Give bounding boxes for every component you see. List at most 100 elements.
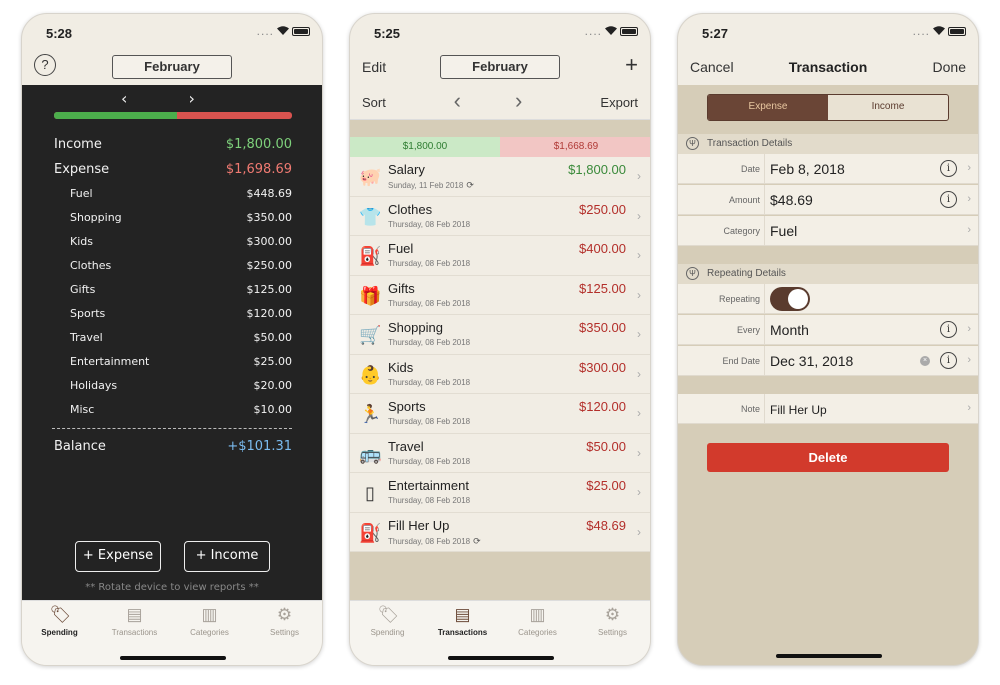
category-line[interactable]: Holidays $20.00 [54,379,292,399]
category-line[interactable]: Travel $50.00 [54,331,292,351]
cabinet-icon: ▥ [201,605,218,624]
category-row[interactable]: Category Fuel › [678,216,978,246]
chevron-right-icon: › [637,445,641,460]
date-row[interactable]: Date Feb 8, 2018 i › [678,154,978,184]
category-line[interactable]: Sports $120.00 [54,307,292,327]
every-value: Month [770,322,809,338]
category-line[interactable]: Shopping $350.00 [54,211,292,231]
add-income-button[interactable]: + Income [184,541,270,572]
chevron-right-icon: › [967,402,971,414]
segment-income[interactable]: Income [828,95,948,120]
tab-spending[interactable]: 🏷 Spending [350,605,425,637]
month-selector[interactable]: February [440,55,560,79]
transaction-row[interactable]: 👶 Kids Thursday, 08 Feb 2018 $300.00 › [350,354,650,394]
transaction-date: Thursday, 08 Feb 2018 [388,456,471,466]
income-line[interactable]: Income $1,800.00 [54,137,292,157]
category-line[interactable]: Entertainment $25.00 [54,355,292,375]
category-line[interactable]: Fuel $448.69 [54,187,292,207]
delete-button[interactable]: Delete [707,443,949,472]
transaction-row[interactable]: 👕 Clothes Thursday, 08 Feb 2018 $250.00 › [350,196,650,236]
category-line[interactable]: Kids $300.00 [54,235,292,255]
category-value: $448.69 [246,187,293,200]
chevron-right-icon: › [967,323,971,335]
tab-spending[interactable]: 🏷 Spending [22,605,97,637]
category-label: Misc [70,403,95,416]
chevron-right-icon: › [637,248,641,262]
transaction-amount: $48.69 [586,517,626,533]
income-fill [54,112,177,119]
transaction-row[interactable]: 🚌 Travel Thursday, 08 Feb 2018 $50.00 › [350,433,650,473]
category-label: Clothes [70,259,112,272]
info-icon[interactable]: i [940,160,957,177]
transaction-amount: $25.00 [586,478,626,493]
transaction-amount: $50.00 [586,438,626,454]
tag-icon: 🏷 [49,605,72,624]
expense-line[interactable]: Expense $1,698.69 [54,162,292,182]
help-button[interactable]: ? [34,54,56,76]
home-indicator[interactable] [448,656,554,660]
transaction-date: Thursday, 08 Feb 2018 [388,377,471,387]
tab-label: Settings [270,628,299,637]
category-label: Travel [70,331,103,344]
amount-row[interactable]: Amount $48.69 i › [678,185,978,215]
transaction-row[interactable]: ▯ Entertainment Thursday, 08 Feb 2018 $25.0… [350,473,650,513]
add-icon[interactable]: + [625,52,638,78]
export-button[interactable]: Export [600,95,638,110]
chevron-right-icon: › [967,193,971,205]
info-icon[interactable]: i [940,191,957,208]
tab-categories[interactable]: ▥ Categories [172,605,247,637]
info-icon[interactable]: i [940,321,957,338]
list-background [350,552,650,600]
tab-transactions[interactable]: ▤ Transactions [425,605,500,637]
cabinet-icon: ▥ [529,605,546,624]
transaction-date-line: Thursday, 08 Feb 2018 [388,457,470,466]
done-button[interactable]: Done [933,59,966,75]
month-arrows[interactable]: ‹ › [22,89,322,108]
section-title: Repeating Details [707,268,786,279]
tab-settings[interactable]: ⚙ Settings [247,605,322,637]
spending-header: ? February [22,50,322,85]
divider [764,315,765,344]
segment-expense[interactable]: Expense [708,95,828,120]
home-indicator[interactable] [776,654,882,658]
category-line[interactable]: Misc $10.00 [54,403,292,423]
edit-button[interactable]: Edit [362,59,386,75]
transaction-row[interactable]: 🎁 Gifts Thursday, 08 Feb 2018 $125.00 › [350,275,650,315]
clear-icon[interactable]: × [920,356,930,366]
transaction-date-line: Thursday, 08 Feb 2018 [388,220,470,229]
home-indicator[interactable] [120,656,226,660]
category-label: Shopping [70,211,122,224]
category-label: Kids [70,235,93,248]
transaction-row[interactable]: ⛽ Fuel Thursday, 08 Feb 2018 $400.00 › [350,236,650,276]
category-line[interactable]: Clothes $250.00 [54,259,292,279]
repeating-toggle[interactable] [770,287,810,311]
tag-icon: 🏷 [377,605,400,624]
note-row[interactable]: Note Fill Her Up › [678,394,978,424]
transactions-nav: Edit February + [350,50,650,85]
category-value: $300.00 [246,235,293,248]
tab-categories[interactable]: ▥ Categories [500,605,575,637]
runner-icon: 🏃 [359,404,382,424]
transaction-row[interactable]: ⛽ Fill Her Up Thursday, 08 Feb 2018 ⟳ $48.69… [350,512,650,552]
transaction-date-line: Thursday, 08 Feb 2018 [388,338,470,347]
add-expense-button[interactable]: + Expense [75,541,161,572]
expense-total: $1,668.69 [500,137,650,157]
transaction-row[interactable]: 🛒 Shopping Thursday, 08 Feb 2018 $350.00 › [350,315,650,355]
tab-transactions[interactable]: ▤ Transactions [97,605,172,637]
tab-label: Spending [370,628,405,637]
end-date-row[interactable]: End Date Dec 31, 2018 × i › [678,346,978,376]
info-icon[interactable]: i [940,352,957,369]
category-label: Holidays [70,379,118,392]
transaction-amount: $300.00 [579,359,626,375]
transaction-name: Travel [388,438,424,454]
month-selector[interactable]: February [112,55,232,79]
battery-icon [292,27,310,36]
end-date-value: Dec 31, 2018 [770,353,854,369]
transaction-row[interactable]: 🏃 Sports Thursday, 08 Feb 2018 $120.00 › [350,394,650,434]
category-line[interactable]: Gifts $125.00 [54,283,292,303]
transaction-row[interactable]: 🐖 Salary Sunday, 11 Feb 2018 ⟳ $1,800.00 › [350,157,650,197]
transaction-date: Thursday, 08 Feb 2018 [388,219,471,229]
every-row[interactable]: Every Month i › [678,315,978,345]
tab-settings[interactable]: ⚙ Settings [575,605,650,637]
note-label: Note [740,404,760,414]
